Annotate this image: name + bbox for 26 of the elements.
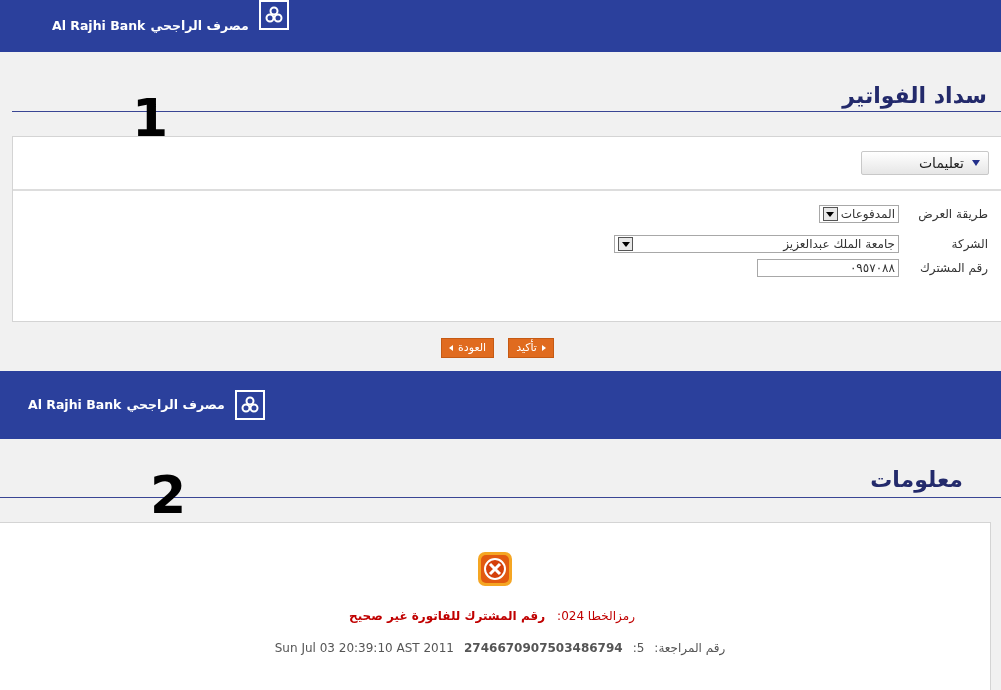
dropdown[interactable]: المدفوعات	[819, 205, 899, 223]
error-message: رقم المشترك للفاتورة غير صحيح	[349, 608, 546, 625]
field-label: الشركة	[950, 236, 989, 253]
dropdown-arrow-icon	[621, 241, 630, 247]
section-title: معلومات	[869, 469, 964, 491]
brand-name-arabic: مصرف الراجحي	[150, 16, 249, 35]
dropdown[interactable]: جامعة الملك عبدالعزيز	[614, 235, 899, 253]
bank-logo-icon	[263, 5, 284, 25]
instructions-toggle[interactable]: تعليمات	[861, 151, 989, 175]
reference-label: رقم المراجعة:	[654, 640, 726, 657]
error-icon	[477, 551, 513, 587]
dropdown-arrow-icon	[826, 211, 835, 217]
bank-logo-icon	[239, 395, 260, 415]
brand-name: Al Rajhi Bank	[28, 395, 122, 414]
reference-number: 2746670907503486794	[464, 640, 623, 657]
error-code: رمزالخطا 024:	[557, 608, 635, 625]
arrow-icon	[449, 345, 454, 351]
brand-name-arabic: مصرف الراجحي	[126, 395, 225, 414]
reference-index: 5:	[632, 640, 645, 657]
brand-name: Al Rajhi Bank	[52, 16, 146, 35]
input-field[interactable]: ٠٩٥٧٠٨٨	[757, 259, 899, 277]
page-title: سداد الفواتير	[840, 85, 988, 107]
arrow-icon	[541, 345, 546, 351]
field-label: طريقة العرض	[917, 206, 989, 223]
field-label: رقم المشترك	[918, 260, 989, 277]
timestamp: Sun Jul 03 20:39:10 AST 2011	[274, 640, 454, 657]
